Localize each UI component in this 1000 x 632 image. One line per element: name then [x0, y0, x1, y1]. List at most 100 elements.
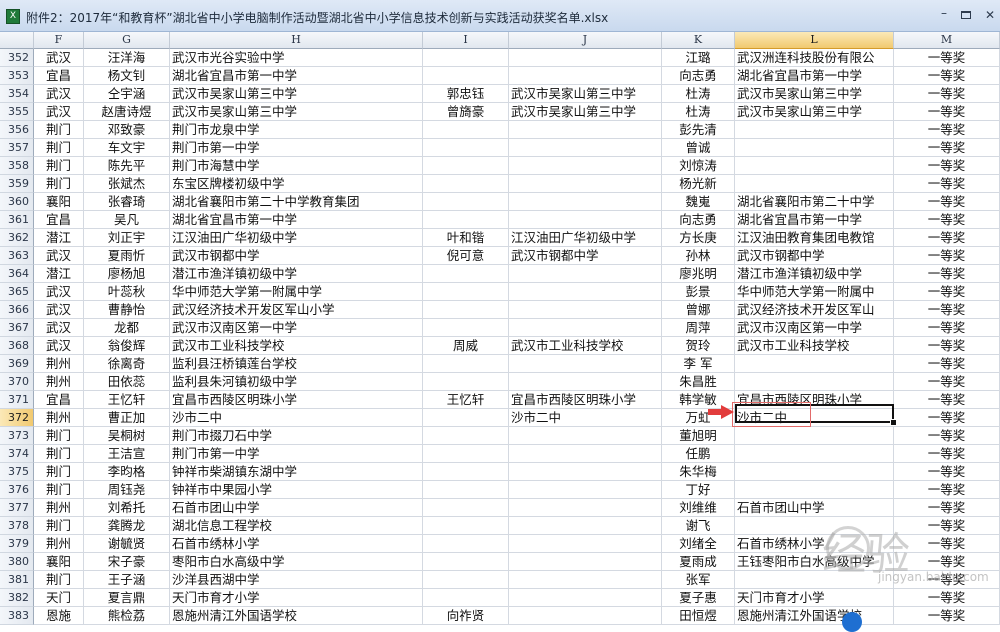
cell-m365[interactable]: 一等奖 [894, 283, 1000, 301]
row-header[interactable]: 371 [0, 391, 34, 409]
cell-j352[interactable] [509, 49, 662, 67]
cell-f369[interactable]: 荆州 [34, 355, 84, 373]
row-header[interactable]: 380 [0, 553, 34, 571]
cell-j364[interactable] [509, 265, 662, 283]
cell-l370[interactable] [735, 373, 894, 391]
cell-m373[interactable]: 一等奖 [894, 427, 1000, 445]
cell-f377[interactable]: 荆州 [34, 499, 84, 517]
cell-i364[interactable] [423, 265, 509, 283]
cell-l365[interactable]: 华中师范大学第一附属中 [735, 283, 894, 301]
cell-h356[interactable]: 荆门市龙泉中学 [170, 121, 423, 139]
cell-h358[interactable]: 荆门市海慧中学 [170, 157, 423, 175]
cell-j365[interactable] [509, 283, 662, 301]
column-header-g[interactable]: G [84, 32, 170, 49]
cell-j378[interactable] [509, 517, 662, 535]
cell-h362[interactable]: 江汉油田广华初级中学 [170, 229, 423, 247]
cell-h368[interactable]: 武汉市工业科技学校 [170, 337, 423, 355]
cell-k360[interactable]: 魏嵬 [662, 193, 735, 211]
row-header[interactable]: 369 [0, 355, 34, 373]
row-header[interactable]: 381 [0, 571, 34, 589]
cell-m367[interactable]: 一等奖 [894, 319, 1000, 337]
cell-k383[interactable]: 田恒煜 [662, 607, 735, 625]
cell-l382[interactable]: 天门市育才小学 [735, 589, 894, 607]
row-header[interactable]: 356 [0, 121, 34, 139]
cell-g359[interactable]: 张斌杰 [84, 175, 170, 193]
cell-k361[interactable]: 向志勇 [662, 211, 735, 229]
cell-k358[interactable]: 刘惊涛 [662, 157, 735, 175]
cell-m370[interactable]: 一等奖 [894, 373, 1000, 391]
cell-i355[interactable]: 曾旖豪 [423, 103, 509, 121]
cell-i368[interactable]: 周威 [423, 337, 509, 355]
cell-h361[interactable]: 湖北省宜昌市第一中学 [170, 211, 423, 229]
cell-g365[interactable]: 叶蕊秋 [84, 283, 170, 301]
column-header-i[interactable]: I [423, 32, 509, 49]
cell-l356[interactable] [735, 121, 894, 139]
cell-h378[interactable]: 湖北信息工程学校 [170, 517, 423, 535]
cell-f357[interactable]: 荆门 [34, 139, 84, 157]
minimize-icon[interactable]: – [937, 6, 951, 20]
cell-l359[interactable] [735, 175, 894, 193]
cell-j382[interactable] [509, 589, 662, 607]
cell-m359[interactable]: 一等奖 [894, 175, 1000, 193]
row-header[interactable]: 379 [0, 535, 34, 553]
cell-i353[interactable] [423, 67, 509, 85]
cell-l362[interactable]: 江汉油田教育集团电教馆 [735, 229, 894, 247]
cell-i382[interactable] [423, 589, 509, 607]
cell-f363[interactable]: 武汉 [34, 247, 84, 265]
cell-f372[interactable]: 荆州 [34, 409, 84, 427]
row-header[interactable]: 373 [0, 427, 34, 445]
cell-m357[interactable]: 一等奖 [894, 139, 1000, 157]
cell-j360[interactable] [509, 193, 662, 211]
cell-f354[interactable]: 武汉 [34, 85, 84, 103]
cell-h365[interactable]: 华中师范大学第一附属中学 [170, 283, 423, 301]
cell-h377[interactable]: 石首市团山中学 [170, 499, 423, 517]
cell-h379[interactable]: 石首市绣林小学 [170, 535, 423, 553]
cell-l357[interactable] [735, 139, 894, 157]
cell-m356[interactable]: 一等奖 [894, 121, 1000, 139]
cell-l368[interactable]: 武汉市工业科技学校 [735, 337, 894, 355]
cell-h367[interactable]: 武汉市汉南区第一中学 [170, 319, 423, 337]
cell-i372[interactable] [423, 409, 509, 427]
cell-i356[interactable] [423, 121, 509, 139]
cell-m374[interactable]: 一等奖 [894, 445, 1000, 463]
cell-j372[interactable]: 沙市二中 [509, 409, 662, 427]
cell-j363[interactable]: 武汉市钢都中学 [509, 247, 662, 265]
restore-icon[interactable] [961, 11, 971, 19]
cell-m377[interactable]: 一等奖 [894, 499, 1000, 517]
cell-k356[interactable]: 彭先清 [662, 121, 735, 139]
cell-l383[interactable]: 恩施州清江外国语学校 [735, 607, 894, 625]
cell-j381[interactable] [509, 571, 662, 589]
cell-i375[interactable] [423, 463, 509, 481]
cell-i362[interactable]: 叶和锴 [423, 229, 509, 247]
cell-j355[interactable]: 武汉市吴家山第三中学 [509, 103, 662, 121]
cell-h382[interactable]: 天门市育才小学 [170, 589, 423, 607]
cell-g362[interactable]: 刘正宇 [84, 229, 170, 247]
cell-k382[interactable]: 夏子惠 [662, 589, 735, 607]
cell-l366[interactable]: 武汉经济技术开发区军山 [735, 301, 894, 319]
cell-f368[interactable]: 武汉 [34, 337, 84, 355]
cell-g373[interactable]: 吴桐树 [84, 427, 170, 445]
cell-g366[interactable]: 曹静怡 [84, 301, 170, 319]
cell-g375[interactable]: 李昀格 [84, 463, 170, 481]
cell-i365[interactable] [423, 283, 509, 301]
cell-j368[interactable]: 武汉市工业科技学校 [509, 337, 662, 355]
cell-l358[interactable] [735, 157, 894, 175]
cell-h380[interactable]: 枣阳市白水高级中学 [170, 553, 423, 571]
close-icon[interactable]: ✕ [983, 8, 997, 22]
cell-l377[interactable]: 石首市团山中学 [735, 499, 894, 517]
cell-g357[interactable]: 车文宇 [84, 139, 170, 157]
cell-h373[interactable]: 荆门市掇刀石中学 [170, 427, 423, 445]
row-header[interactable]: 374 [0, 445, 34, 463]
cell-f379[interactable]: 荆州 [34, 535, 84, 553]
cell-k353[interactable]: 向志勇 [662, 67, 735, 85]
cell-g358[interactable]: 陈先平 [84, 157, 170, 175]
cell-m360[interactable]: 一等奖 [894, 193, 1000, 211]
cell-f376[interactable]: 荆门 [34, 481, 84, 499]
cell-m383[interactable]: 一等奖 [894, 607, 1000, 625]
cell-m366[interactable]: 一等奖 [894, 301, 1000, 319]
cell-f381[interactable]: 荆门 [34, 571, 84, 589]
cell-h352[interactable]: 武汉市光谷实验中学 [170, 49, 423, 67]
cell-k366[interactable]: 曾娜 [662, 301, 735, 319]
cell-g363[interactable]: 夏雨忻 [84, 247, 170, 265]
cell-i354[interactable]: 郭忠钰 [423, 85, 509, 103]
